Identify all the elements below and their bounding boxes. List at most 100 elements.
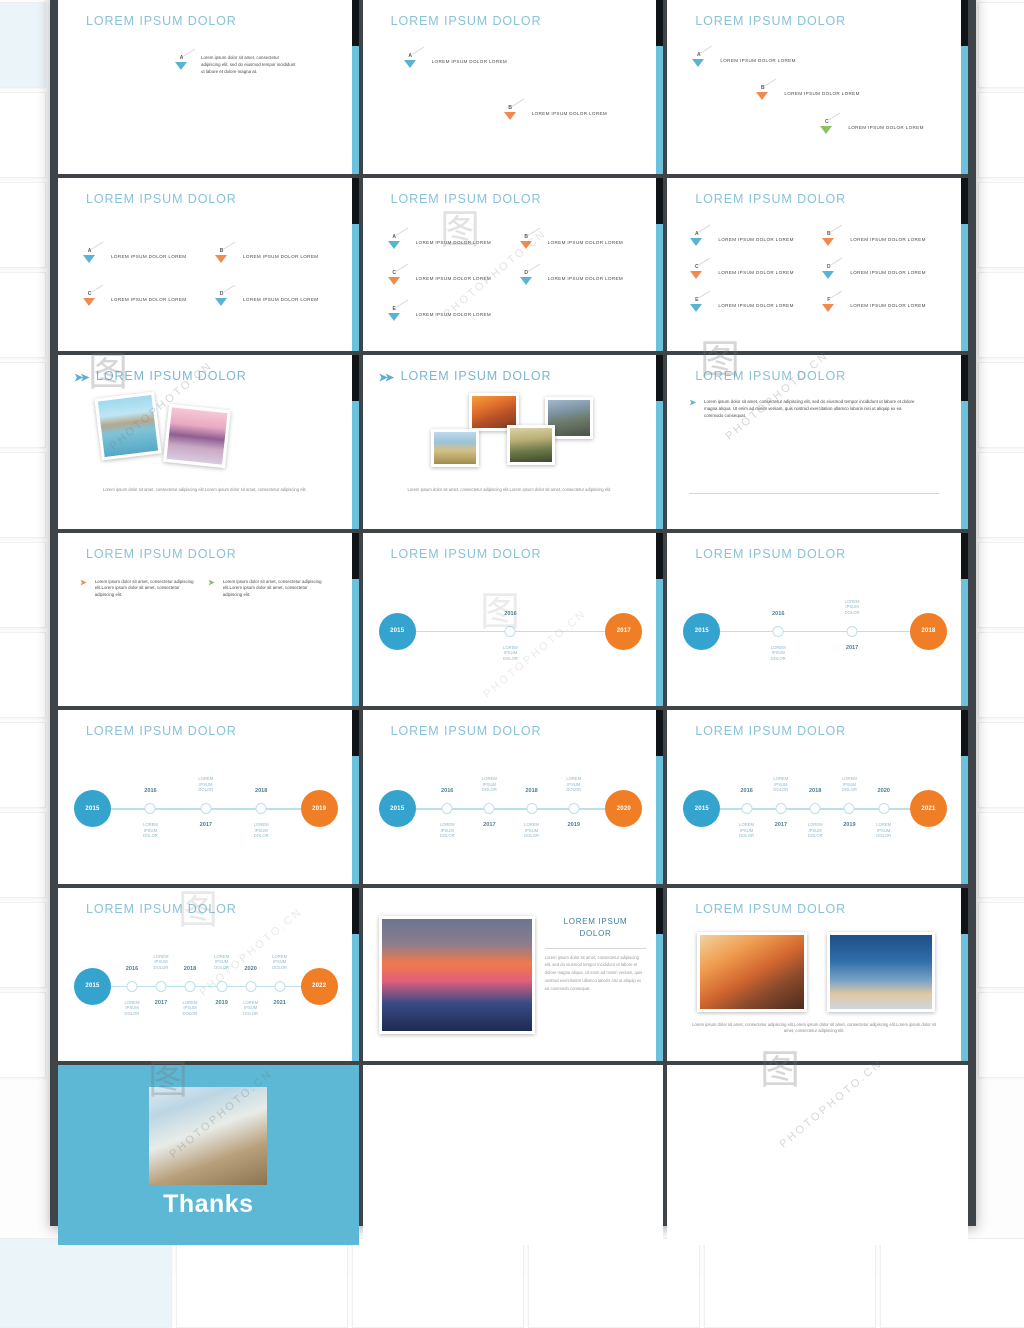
slide-thumbnail-16[interactable]: LOREM IPSUM DOLOR 2015 2022 2016 LOREMIP… bbox=[58, 888, 359, 1062]
timeline-year: 2018 bbox=[525, 788, 537, 794]
bullet-text: LOREM IPSUM DOLOR LOREM bbox=[532, 111, 607, 116]
bg-thumb bbox=[978, 902, 1024, 988]
timeline-node[interactable] bbox=[844, 803, 855, 814]
timeline-node[interactable] bbox=[526, 803, 537, 814]
timeline-node[interactable] bbox=[775, 803, 786, 814]
bullet-item[interactable]: A Lorem ipsum dolor sit amet, consectetu… bbox=[174, 55, 297, 75]
bullet-item[interactable]: D LOREM IPSUM DOLOR LOREM bbox=[821, 264, 925, 281]
slide-thumbnail-9[interactable]: LOREM IPSUM DOLOR ➤ Lorem ipsum dolor si… bbox=[667, 355, 968, 529]
slide-thumbnail-19-thanks[interactable]: Thanks bbox=[58, 1065, 359, 1245]
slide-thumbnail-6[interactable]: LOREM IPSUM DOLOR A LOREM IPSUM DOLOR LO… bbox=[667, 178, 968, 352]
bullet-item[interactable]: C LOREM IPSUM DOLOR LOREM bbox=[82, 291, 186, 308]
timeline-node[interactable] bbox=[156, 981, 167, 992]
slide-canvas: LOREM IPSUM DOLOR A LOREM IPSUM DOLOR LO… bbox=[667, 0, 961, 174]
slide-canvas: LOREM IPSUM DOLOR 2015 2019 2016 LOREMIP… bbox=[58, 710, 352, 884]
bullet-item[interactable]: D LOREM IPSUM DOLOR LOREM bbox=[214, 291, 318, 308]
slide-thumbnail-3[interactable]: LOREM IPSUM DOLOR A LOREM IPSUM DOLOR LO… bbox=[667, 0, 968, 174]
timeline-end-node[interactable]: 2018 bbox=[910, 613, 947, 650]
bullet-text: LOREM IPSUM DOLOR LOREM bbox=[850, 303, 925, 308]
timeline-node[interactable] bbox=[127, 981, 138, 992]
bullet-item[interactable]: B LOREM IPSUM DOLOR LOREM bbox=[519, 234, 623, 251]
slide-thumbnail-20-blank[interactable] bbox=[363, 1065, 664, 1245]
slide-thumbnail-8[interactable]: ➤➤ LOREM IPSUM DOLOR Lorem ipsum dolor s… bbox=[363, 355, 664, 529]
divider bbox=[689, 493, 939, 494]
timeline-node[interactable] bbox=[505, 626, 516, 637]
timeline-end-node[interactable]: 2019 bbox=[301, 790, 338, 827]
slide-thumbnail-17[interactable]: LOREM IPSUM DOLOR Lorem ipsum dolor sit … bbox=[363, 888, 664, 1062]
slide-thumbnail-12[interactable]: LOREM IPSUM DOLOR 2015 2018 2016 LOREMIP… bbox=[667, 533, 968, 707]
timeline-start-node[interactable]: 2015 bbox=[379, 790, 416, 827]
timeline-label: LOREMIPSUMDOLOR bbox=[845, 599, 860, 616]
timeline-year: 2017 bbox=[775, 822, 787, 828]
bullet-item[interactable]: F LOREM IPSUM DOLOR LOREM bbox=[821, 297, 925, 314]
bullet-item[interactable]: ➤ Lorem ipsum dolor sit amet, consectetu… bbox=[80, 579, 195, 599]
timeline-node[interactable] bbox=[442, 803, 453, 814]
timeline-start-node[interactable]: 2015 bbox=[74, 968, 111, 1005]
timeline-end-node[interactable]: 2020 bbox=[605, 790, 642, 827]
slide-thumbnail-1[interactable]: LOREM IPSUM DOLOR A Lorem ipsum dolor si… bbox=[58, 0, 359, 174]
slide-thumbnail-11[interactable]: LOREM IPSUM DOLOR 2015 2017 2016 LOREMIP… bbox=[363, 533, 664, 707]
bullet-item[interactable]: C LOREM IPSUM DOLOR LOREM bbox=[387, 270, 491, 287]
bullet-item[interactable]: B LOREM IPSUM DOLOR LOREM bbox=[821, 231, 925, 248]
bullet-item[interactable]: E LOREM IPSUM DOLOR LOREM bbox=[387, 306, 491, 323]
timeline-start-node[interactable]: 2015 bbox=[379, 613, 416, 650]
slide-thumbnail-7[interactable]: ➤➤ LOREM IPSUM DOLOR Lorem ipsum dolor s… bbox=[58, 355, 359, 529]
timeline-year: 2017 bbox=[846, 645, 858, 651]
timeline-start-node[interactable]: 2015 bbox=[683, 613, 720, 650]
slide-thumbnail-13[interactable]: LOREM IPSUM DOLOR 2015 2019 2016 LOREMIP… bbox=[58, 710, 359, 884]
bg-thumb bbox=[352, 1238, 524, 1328]
funnel-icon: C bbox=[819, 119, 834, 136]
bullet-item[interactable]: C LOREM IPSUM DOLOR LOREM bbox=[819, 119, 923, 136]
bullet-item[interactable]: A LOREM IPSUM DOLOR LOREM bbox=[82, 248, 186, 265]
bullet-item[interactable]: A LOREM IPSUM DOLOR LOREM bbox=[689, 231, 793, 248]
slide-thumbnail-4[interactable]: LOREM IPSUM DOLOR A LOREM IPSUM DOLOR LO… bbox=[58, 178, 359, 352]
slide-thumbnail-10[interactable]: LOREM IPSUM DOLOR ➤ Lorem ipsum dolor si… bbox=[58, 533, 359, 707]
timeline-end-node[interactable]: 2021 bbox=[910, 790, 947, 827]
timeline-node[interactable] bbox=[256, 803, 267, 814]
slide-thumbnail-18[interactable]: LOREM IPSUM DOLOR Lorem ipsum dolor sit … bbox=[667, 888, 968, 1062]
body-paragraph: Lorem ipsum dolor sit amet, consectetur … bbox=[704, 399, 920, 419]
timeline-node[interactable] bbox=[484, 803, 495, 814]
bullet-item[interactable]: A LOREM IPSUM DOLOR LOREM bbox=[387, 234, 491, 251]
timeline-node[interactable] bbox=[568, 803, 579, 814]
bullet-item[interactable]: ➤ Lorem ipsum dolor sit amet, consectetu… bbox=[208, 579, 323, 599]
timeline-label: LOREMIPSUMDOLOR bbox=[214, 954, 229, 971]
bg-thumb bbox=[978, 2, 1024, 88]
slide-thumbnail-21-blank[interactable] bbox=[667, 1065, 968, 1245]
timeline-node[interactable] bbox=[741, 803, 752, 814]
timeline-node[interactable] bbox=[245, 981, 256, 992]
timeline-start-node[interactable]: 2015 bbox=[683, 790, 720, 827]
timeline-node[interactable] bbox=[810, 803, 821, 814]
bg-thumb bbox=[0, 812, 46, 898]
slide-thumbnail-2[interactable]: LOREM IPSUM DOLOR A LOREM IPSUM DOLOR LO… bbox=[363, 0, 664, 174]
bullet-item[interactable]: B LOREM IPSUM DOLOR LOREM bbox=[503, 105, 607, 122]
timeline-node[interactable] bbox=[773, 626, 784, 637]
timeline: 2015 2018 2016 LOREMIPSUMDOLOR 2017 LORE… bbox=[683, 595, 947, 675]
timeline-node[interactable] bbox=[216, 981, 227, 992]
bullet-text: LOREM IPSUM DOLOR LOREM bbox=[548, 276, 623, 281]
bullet-item[interactable]: B LOREM IPSUM DOLOR LOREM bbox=[755, 85, 859, 102]
slide-thumbnail-5[interactable]: LOREM IPSUM DOLOR A LOREM IPSUM DOLOR LO… bbox=[363, 178, 664, 352]
timeline-node[interactable] bbox=[185, 981, 196, 992]
timeline-start-node[interactable]: 2015 bbox=[74, 790, 111, 827]
slide-title: LOREM IPSUM DOLOR bbox=[695, 14, 846, 28]
timeline: 2015 2017 2016 LOREMIPSUMDOLOR bbox=[379, 595, 643, 675]
bullet-item[interactable]: B LOREM IPSUM DOLOR LOREM bbox=[214, 248, 318, 265]
bullet-item[interactable]: E LOREM IPSUM DOLOR LOREM bbox=[689, 297, 793, 314]
bullet-item[interactable]: A LOREM IPSUM DOLOR LOREM bbox=[403, 53, 507, 70]
bullet-item[interactable]: A LOREM IPSUM DOLOR LOREM bbox=[691, 52, 795, 69]
timeline-node[interactable] bbox=[274, 981, 285, 992]
bullet-item[interactable]: C LOREM IPSUM DOLOR LOREM bbox=[689, 264, 793, 281]
timeline-node[interactable] bbox=[145, 803, 156, 814]
bullet-item[interactable]: ➤ Lorem ipsum dolor sit amet, consectetu… bbox=[689, 399, 920, 419]
timeline-node[interactable] bbox=[200, 803, 211, 814]
bullet-item[interactable]: D LOREM IPSUM DOLOR LOREM bbox=[519, 270, 623, 287]
bullet-text: LOREM IPSUM DOLOR LOREM bbox=[416, 240, 491, 245]
timeline-end-node[interactable]: 2022 bbox=[301, 968, 338, 1005]
timeline-node[interactable] bbox=[878, 803, 889, 814]
slide-title: LOREM IPSUM DOLOR bbox=[86, 547, 237, 561]
slide-thumbnail-15[interactable]: LOREM IPSUM DOLOR 2015 2021 2016 LOREMIP… bbox=[667, 710, 968, 884]
timeline-node[interactable] bbox=[847, 626, 858, 637]
slide-thumbnail-14[interactable]: LOREM IPSUM DOLOR 2015 2020 2016 LOREMIP… bbox=[363, 710, 664, 884]
timeline-end-node[interactable]: 2017 bbox=[605, 613, 642, 650]
